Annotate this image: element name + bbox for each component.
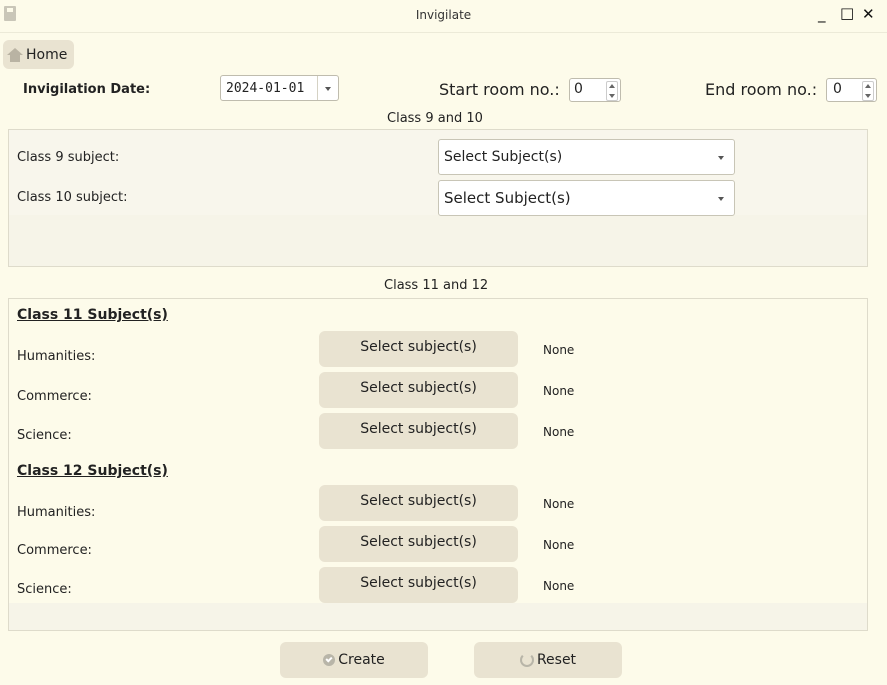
class-11-science-status: None [543,425,575,439]
class-12-humanities-status: None [543,497,575,511]
class-12-commerce-label: Commerce: [17,543,92,558]
class-10-subject-value: Select Subject(s) [444,189,571,207]
class-11-commerce-select-button[interactable]: Select subject(s) [319,372,518,408]
class-11-science-label: Science: [17,428,72,443]
class-11-humanities-label: Humanities: [17,349,96,364]
home-icon [7,47,23,62]
class-11-commerce-label: Commerce: [17,389,92,404]
date-separator [317,76,318,100]
spin-up-icon[interactable] [865,84,871,88]
create-label: Create [338,652,385,668]
class-12-commerce-status: None [543,538,575,552]
class-9-subject-label: Class 9 subject: [17,150,120,165]
class-12-humanities-select-button[interactable]: Select subject(s) [319,485,518,521]
spin-buttons[interactable] [862,81,874,101]
create-button[interactable]: Create [280,642,428,678]
date-picker[interactable]: 2024-01-01 [220,75,339,101]
maximize-button[interactable]: □ [840,4,854,22]
class-12-humanities-label: Humanities: [17,505,96,520]
spin-buttons[interactable] [606,81,618,101]
date-value: 2024-01-01 [226,81,305,96]
class-11-12-heading: Class 11 and 12 [384,278,489,293]
refresh-icon [519,653,534,667]
class-9-10-heading: Class 9 and 10 [387,111,483,126]
window-title: Invigilate [415,8,472,22]
home-button[interactable]: Home [3,40,74,69]
class-12-science-select-button[interactable]: Select subject(s) [319,567,518,603]
start-room-value: 0 [574,81,583,97]
spin-down-icon[interactable] [865,94,871,98]
chevron-down-icon[interactable] [718,197,724,201]
class-10-subject-select[interactable]: Select Subject(s) [438,180,735,216]
class-12-science-status: None [543,579,575,593]
reset-label: Reset [536,652,577,668]
end-room-spinbox[interactable]: 0 [826,78,877,102]
class-12-science-label: Science: [17,582,72,597]
spin-up-icon[interactable] [609,84,615,88]
class-11-commerce-status: None [543,384,575,398]
class-11-science-select-button[interactable]: Select subject(s) [319,413,518,449]
end-room-value: 0 [833,81,842,97]
class-11-humanities-select-button[interactable]: Select subject(s) [319,331,518,367]
minimize-button[interactable]: _ [818,5,826,23]
class-9-subject-select[interactable]: Select Subject(s) [438,139,735,175]
class-12-title: Class 12 Subject(s) [17,463,168,479]
invigilation-date-label: Invigilation Date: [23,82,151,97]
reset-button[interactable]: Reset [474,642,622,678]
close-button[interactable]: ✕ [862,5,875,23]
class-10-subject-label: Class 10 subject: [17,190,128,205]
class-11-humanities-status: None [543,343,575,357]
end-room-label: End room no.: [705,80,818,99]
check-circle-icon [323,654,336,666]
home-label: Home [26,46,68,63]
start-room-label: Start room no.: [439,80,560,99]
chevron-down-icon[interactable] [718,156,724,160]
start-room-spinbox[interactable]: 0 [569,78,621,102]
class-9-subject-value: Select Subject(s) [444,149,563,165]
panel-footer [9,603,867,630]
class-12-commerce-select-button[interactable]: Select subject(s) [319,526,518,562]
spin-down-icon[interactable] [609,94,615,98]
chevron-down-icon[interactable] [325,87,331,91]
class-11-title: Class 11 Subject(s) [17,307,168,323]
title-bar: Invigilate _ □ ✕ [0,0,887,33]
